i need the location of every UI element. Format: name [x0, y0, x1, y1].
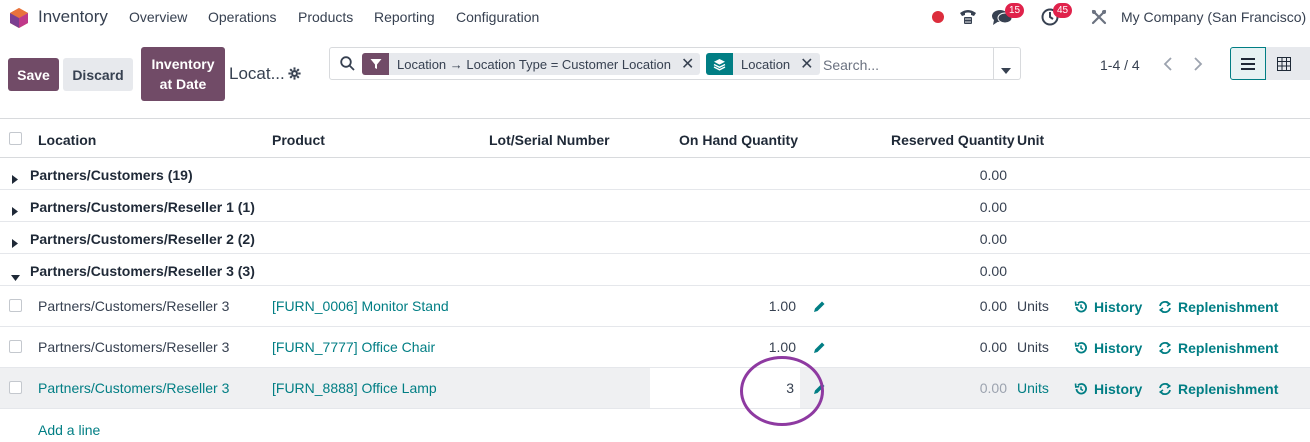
header-product[interactable]: Product — [272, 132, 325, 148]
history-icon — [1074, 383, 1087, 395]
row-location: Partners/Customers/Reseller 3 — [38, 339, 230, 355]
groupby-facet-label: Location — [741, 56, 791, 72]
row-checkbox[interactable] — [9, 340, 22, 353]
top-navbar: Inventory Overview Operations Products R… — [0, 0, 1310, 34]
pivot-view-icon[interactable] — [1266, 47, 1302, 80]
menu-overview[interactable]: Overview — [129, 9, 187, 25]
row-unit: Units — [1017, 298, 1049, 314]
close-icon[interactable]: ✕ — [681, 54, 694, 74]
header-reserved[interactable]: Reserved Quantity — [891, 132, 1015, 148]
row-product[interactable]: [FURN_8888] Office Lamp — [272, 380, 437, 396]
pencil-icon[interactable] — [813, 341, 826, 357]
history-button[interactable]: History — [1074, 381, 1142, 397]
odoo-logo-icon[interactable] — [9, 7, 29, 32]
header-location[interactable]: Location — [38, 132, 96, 148]
row-unit[interactable]: Units — [1017, 380, 1049, 396]
group-reserved: 0.00 — [979, 231, 1007, 247]
caret-down-icon — [11, 268, 20, 284]
chevron-right-icon[interactable] — [1182, 47, 1215, 80]
header-lot[interactable]: Lot/Serial Number — [489, 132, 610, 148]
refresh-icon — [1158, 382, 1172, 396]
caret-right-icon — [12, 171, 18, 187]
breadcrumb[interactable]: Locat... — [229, 64, 285, 84]
group-row[interactable]: Partners/Customers/Reseller 1 (1) 0.00 — [0, 190, 1310, 222]
row-checkbox[interactable] — [9, 381, 22, 394]
menu-reporting[interactable]: Reporting — [374, 9, 435, 25]
pencil-icon[interactable] — [813, 300, 826, 316]
refresh-icon — [1158, 341, 1172, 355]
caret-right-icon — [12, 203, 18, 219]
phone-icon[interactable] — [958, 7, 978, 30]
layers-icon — [706, 53, 733, 75]
row-reserved: 0.00 — [979, 380, 1007, 396]
inventory-at-date-button[interactable]: Inventory at Date — [141, 47, 225, 101]
history-button[interactable]: History — [1074, 340, 1142, 356]
filter-facet: Location → Location Type = Customer Loca… — [362, 53, 701, 75]
header-unit[interactable]: Unit — [1017, 132, 1044, 148]
menu-configuration[interactable]: Configuration — [456, 9, 539, 25]
filter-icon — [362, 53, 389, 75]
row-on-hand[interactable]: 1.00 — [769, 298, 796, 314]
discard-button[interactable]: Discard — [63, 58, 133, 91]
chevron-left-icon[interactable] — [1151, 47, 1184, 80]
caret-down-icon[interactable] — [1001, 61, 1011, 77]
highlight-circle — [740, 356, 824, 426]
row-checkbox[interactable] — [9, 299, 22, 312]
add-line-link[interactable]: Add a line — [38, 422, 100, 438]
row-location[interactable]: Partners/Customers/Reseller 3 — [38, 380, 229, 396]
activities-badge: 45 — [1053, 3, 1072, 18]
group-reserved: 0.00 — [979, 167, 1007, 183]
replenishment-button[interactable]: Replenishment — [1158, 381, 1278, 397]
caret-right-icon — [12, 235, 18, 251]
status-dot-icon[interactable] — [931, 10, 945, 27]
replenishment-button[interactable]: Replenishment — [1158, 299, 1278, 315]
row-unit: Units — [1017, 339, 1049, 355]
list-view-icon[interactable] — [1230, 47, 1266, 80]
search-input[interactable] — [821, 54, 995, 76]
tools-icon[interactable] — [1090, 8, 1108, 29]
table-row[interactable]: Partners/Customers/Reseller 3 [FURN_0006… — [0, 286, 1310, 327]
select-all-checkbox[interactable] — [9, 132, 22, 145]
inventory-at-date-line1: Inventory — [151, 56, 215, 72]
messages-badge: 15 — [1005, 3, 1024, 18]
search-bar: Location → Location Type = Customer Loca… — [329, 47, 1021, 80]
group-label: Partners/Customers/Reseller 1 (1) — [30, 199, 255, 215]
pager-value[interactable]: 1-4 / 4 — [1100, 57, 1140, 73]
row-reserved: 0.00 — [979, 298, 1007, 314]
inventory-at-date-line2: at Date — [159, 76, 207, 92]
header-on-hand[interactable]: On Hand Quantity — [679, 132, 798, 148]
table-row[interactable]: Partners/Customers/Reseller 3 [FURN_7777… — [0, 327, 1310, 368]
history-button[interactable]: History — [1074, 299, 1142, 315]
close-icon[interactable]: ✕ — [800, 54, 813, 74]
app-title[interactable]: Inventory — [38, 7, 108, 27]
group-reserved: 0.00 — [979, 199, 1007, 215]
filter-facet-label: Location → Location Type = Customer Loca… — [397, 56, 672, 72]
save-button[interactable]: Save — [8, 58, 59, 91]
group-label: Partners/Customers/Reseller 2 (2) — [30, 231, 255, 247]
table-header: Location Product Lot/Serial Number On Ha… — [0, 118, 1310, 158]
groupby-facet: Location ✕ — [706, 53, 820, 75]
refresh-icon — [1158, 300, 1172, 314]
group-reserved: 0.00 — [979, 263, 1007, 279]
group-label: Partners/Customers (19) — [30, 167, 193, 183]
group-row[interactable]: Partners/Customers (19) 0.00 — [0, 158, 1310, 190]
row-product[interactable]: [FURN_0006] Monitor Stand — [272, 298, 449, 314]
search-icon — [340, 56, 355, 74]
group-label: Partners/Customers/Reseller 3 (3) — [30, 263, 255, 279]
company-switcher[interactable]: My Company (San Francisco) — [1121, 9, 1306, 25]
row-on-hand[interactable]: 1.00 — [769, 339, 796, 355]
menu-products[interactable]: Products — [298, 9, 353, 25]
row-product[interactable]: [FURN_7777] Office Chair — [272, 339, 435, 355]
group-row[interactable]: Partners/Customers/Reseller 2 (2) 0.00 — [0, 222, 1310, 254]
group-row[interactable]: Partners/Customers/Reseller 3 (3) 0.00 — [0, 254, 1310, 286]
history-icon — [1074, 342, 1087, 354]
gear-icon[interactable] — [288, 67, 301, 83]
menu-operations[interactable]: Operations — [208, 9, 276, 25]
row-reserved: 0.00 — [979, 339, 1007, 355]
row-location: Partners/Customers/Reseller 3 — [38, 298, 230, 314]
replenishment-button[interactable]: Replenishment — [1158, 340, 1278, 356]
history-icon — [1074, 301, 1087, 313]
table-row-editing[interactable]: Partners/Customers/Reseller 3 [FURN_8888… — [0, 368, 1310, 409]
